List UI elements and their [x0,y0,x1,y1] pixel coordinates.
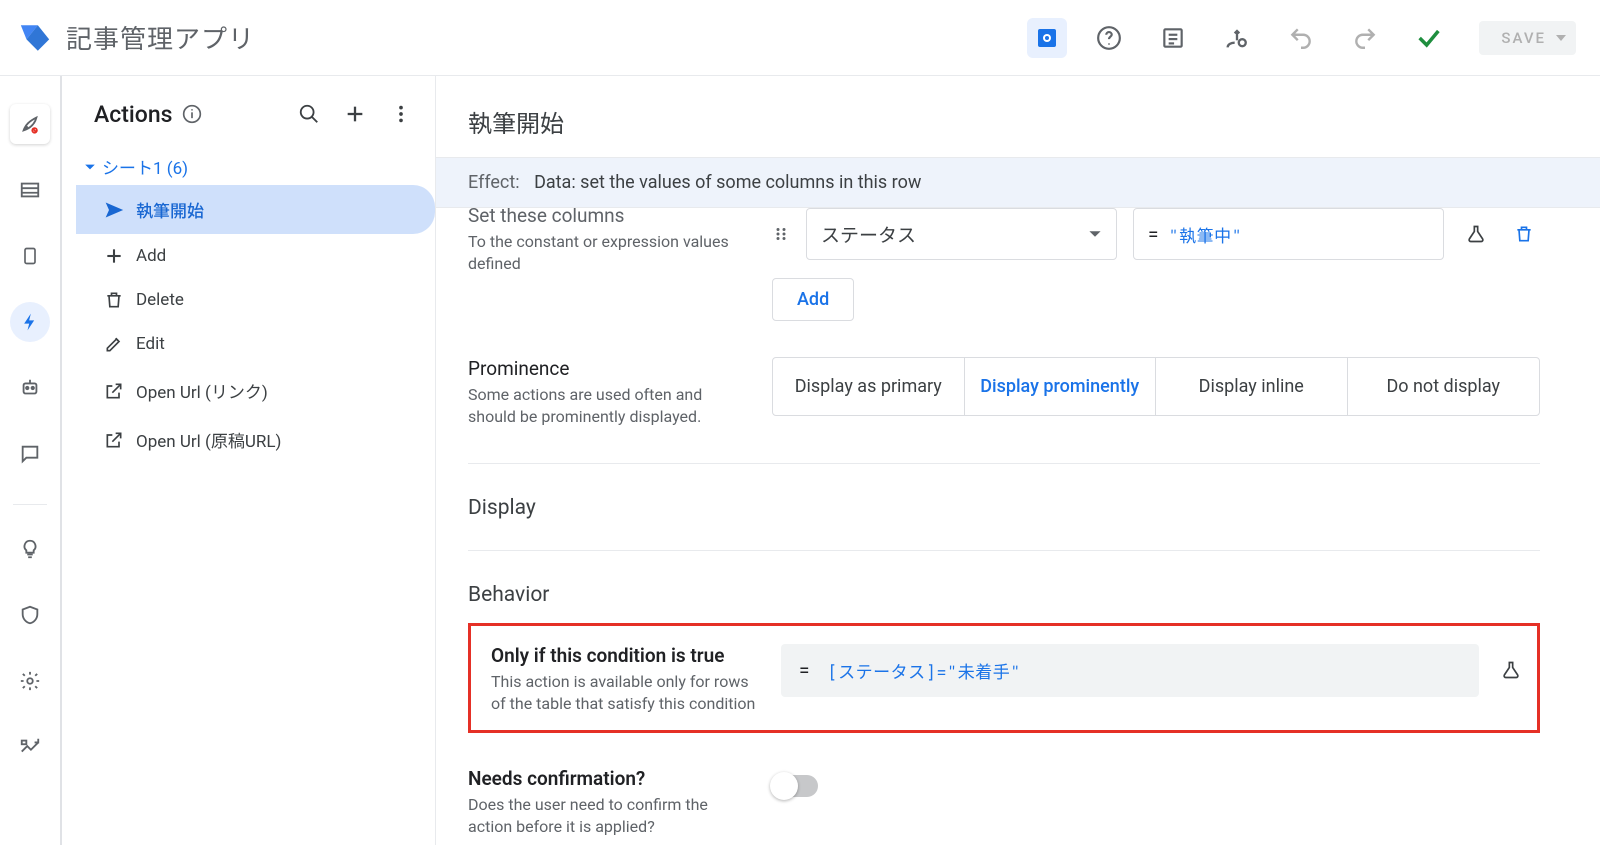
set-columns-desc: To the constant or expression values def… [468,231,748,276]
app-title: 記事管理アプリ [66,19,255,56]
send-icon [104,200,124,220]
notes-icon[interactable] [1151,16,1195,60]
redo-icon[interactable] [1343,16,1387,60]
info-icon[interactable] [182,104,202,124]
prominence-option-prominent[interactable]: Display prominently [965,358,1157,415]
action-item-open-url-genkou[interactable]: Open Url (原稿URL) [76,415,435,464]
plus-icon [104,246,124,266]
prominence-title: Prominence [468,357,748,380]
rail-launch-icon[interactable] [10,104,50,144]
external-link-icon [104,381,124,401]
confirm-title: Needs confirmation? [468,767,748,790]
action-title: 執筆開始 [436,76,1600,158]
trash-icon [104,290,124,310]
display-section-header[interactable]: Display [468,482,1540,536]
column-select[interactable]: ステータス [806,208,1117,260]
add-column-button[interactable]: Add [772,278,854,321]
drag-handle-icon[interactable] [772,225,790,243]
prominence-option-none[interactable]: Do not display [1348,358,1540,415]
rail-actions-icon[interactable] [10,302,50,342]
confirm-desc: Does the user need to confirm the action… [468,794,748,839]
undo-icon[interactable] [1279,16,1323,60]
rail-chat-icon[interactable] [10,434,50,474]
value-expression-input[interactable]: = "執筆中" [1133,208,1444,260]
sidebar-title: Actions [94,101,172,128]
prominence-option-inline[interactable]: Display inline [1156,358,1348,415]
confirm-toggle[interactable] [772,775,818,797]
sheet-group[interactable]: シート1 (6) [76,148,435,185]
rail-manage-icon[interactable] [10,727,50,767]
set-columns-title: Set these columns [468,208,748,227]
effect-summary[interactable]: Effect: Data: set the values of some col… [436,158,1600,208]
prominence-segmented: Display as primary Display prominently D… [772,357,1540,416]
rail-security-icon[interactable] [10,595,50,635]
action-item-edit[interactable]: Edit [76,322,435,366]
prominence-option-primary[interactable]: Display as primary [773,358,965,415]
prominence-desc: Some actions are used often and should b… [468,384,748,429]
external-link-icon [104,430,124,450]
rail-data-icon[interactable] [10,170,50,210]
condition-title: Only if this condition is true [491,644,757,667]
rail-ideas-icon[interactable] [10,529,50,569]
action-item-open-url-link[interactable]: Open Url (リンク) [76,366,435,415]
edit-icon [104,334,124,354]
save-button[interactable]: SAVE [1479,21,1576,55]
rail-settings-icon[interactable] [10,661,50,701]
action-item-delete[interactable]: Delete [76,278,435,322]
action-item-add[interactable]: Add [76,234,435,278]
rail-views-icon[interactable] [10,236,50,276]
flask-icon[interactable] [1460,218,1492,250]
rail-automation-icon[interactable] [10,368,50,408]
appsheet-logo-icon [18,21,52,55]
preview-icon[interactable] [1027,18,1067,58]
search-icon[interactable] [293,98,325,130]
validate-icon[interactable] [1407,16,1451,60]
delete-row-icon[interactable] [1508,218,1540,250]
condition-desc: This action is available only for rows o… [491,671,757,716]
help-icon[interactable] [1087,16,1131,60]
chevron-down-icon [1088,227,1102,241]
condition-expression-input[interactable]: = [ステータス]="未着手" [781,644,1479,697]
share-icon[interactable] [1215,16,1259,60]
flask-icon[interactable] [1495,654,1527,686]
behavior-section-header[interactable]: Behavior [468,569,1540,623]
action-item-shippitsu-kaishi[interactable]: 執筆開始 [76,185,435,234]
condition-highlight-box: Only if this condition is true This acti… [468,623,1540,733]
more-icon[interactable] [385,98,417,130]
add-icon[interactable] [339,98,371,130]
